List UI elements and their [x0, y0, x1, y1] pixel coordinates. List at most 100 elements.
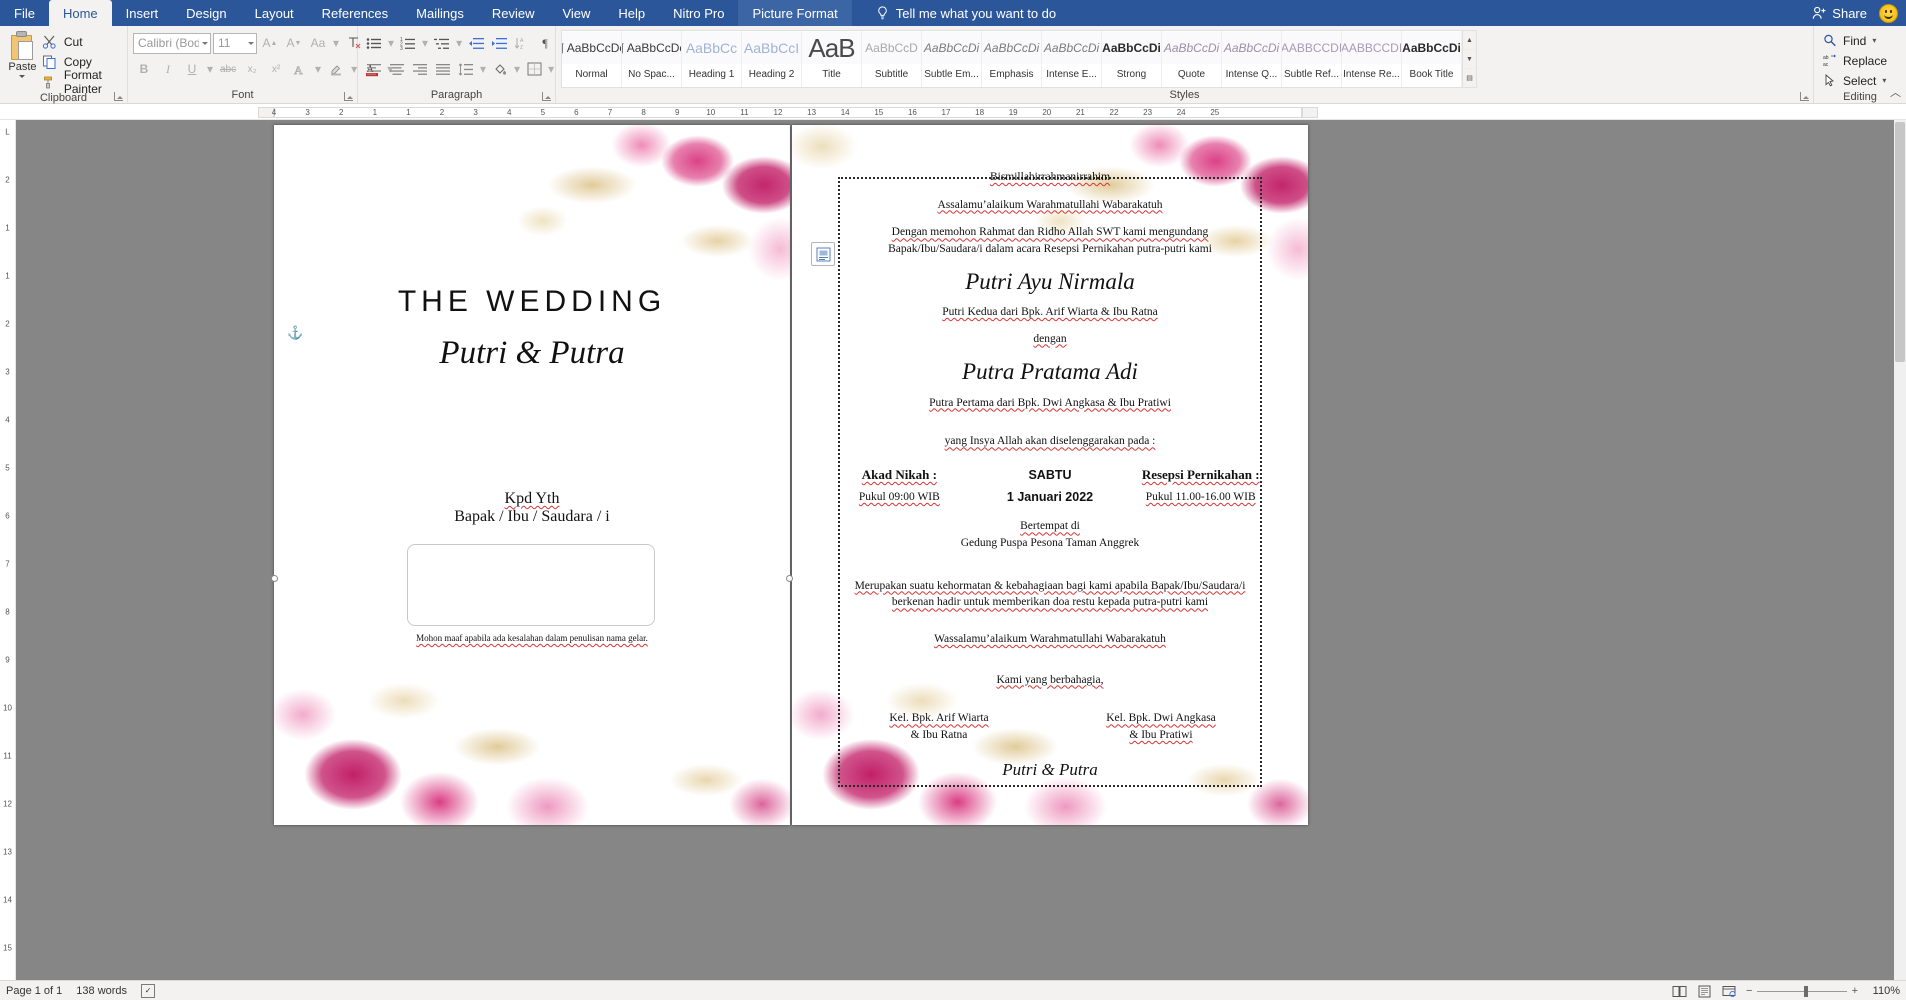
font-name-combo[interactable]: Calibri (Body	[133, 32, 211, 54]
bullets-caret-icon[interactable]: ▾	[386, 32, 396, 54]
ruler-right-margin[interactable]	[1302, 107, 1318, 118]
vertical-scrollbar[interactable]	[1894, 120, 1906, 980]
tab-home[interactable]: Home	[48, 0, 112, 26]
style-item-book-title[interactable]: AaBbCcDi Book Title	[1402, 31, 1462, 87]
style-item-heading-1[interactable]: AaBbCc Heading 1	[682, 31, 742, 87]
shading-button[interactable]	[489, 58, 511, 80]
line-spacing-button[interactable]	[455, 58, 477, 80]
styles-dialog-launcher[interactable]	[1800, 92, 1809, 101]
tab-design[interactable]: Design	[172, 0, 240, 26]
replace-button[interactable]: ab ac Replace	[1819, 51, 1891, 70]
borders-caret-icon[interactable]: ▾	[546, 58, 556, 80]
zoom-level[interactable]: 110%	[1866, 985, 1900, 997]
change-case-caret-icon[interactable]: ▾	[331, 32, 341, 54]
style-item-intense-q[interactable]: AaBbCcDi Intense Q...	[1222, 31, 1282, 87]
style-item-quote[interactable]: AaBbCcDi Quote	[1162, 31, 1222, 87]
style-item-intense-e[interactable]: AaBbCcDi Intense E...	[1042, 31, 1102, 87]
word-count[interactable]: 138 words	[76, 985, 127, 997]
font-dialog-launcher[interactable]	[344, 92, 353, 101]
page-indicator[interactable]: Page 1 of 1	[6, 985, 62, 997]
tab-mailings[interactable]: Mailings	[402, 0, 478, 26]
clipboard-dialog-launcher[interactable]	[114, 92, 123, 101]
style-item-normal[interactable]: ¶ AaBbCcDc Normal	[562, 31, 622, 87]
cut-button[interactable]: Cut	[40, 32, 122, 51]
align-center-button[interactable]	[386, 58, 408, 80]
read-mode-button[interactable]	[1671, 984, 1688, 999]
text-effects-button[interactable]: A	[289, 58, 311, 80]
select-caret-icon[interactable]: ▾	[1882, 76, 1886, 85]
horizontal-ruler[interactable]: 4 3 2 1 1 2 3 4 5 6 7 8 9 10 11 12 13 14 15 16 17 18 19 20 21 22 2…	[0, 104, 1906, 120]
find-caret-icon[interactable]: ▾	[1872, 36, 1876, 45]
zoom-slider[interactable]: − +	[1746, 985, 1858, 997]
zoom-in-button[interactable]: +	[1852, 985, 1858, 997]
find-button[interactable]: Find ▾	[1819, 31, 1891, 50]
recipient-name-box[interactable]	[407, 544, 655, 626]
tab-file[interactable]: File	[0, 0, 49, 26]
bullets-button[interactable]	[363, 32, 385, 54]
layout-options-button[interactable]	[811, 242, 835, 266]
tab-help[interactable]: Help	[604, 0, 659, 26]
style-item-subtle-em[interactable]: AaBbCcDi Subtle Em...	[922, 31, 982, 87]
strikethrough-button[interactable]: abc	[217, 58, 239, 80]
tab-layout[interactable]: Layout	[241, 0, 308, 26]
line-spacing-caret-icon[interactable]: ▾	[478, 58, 488, 80]
show-formatting-marks-button[interactable]: ¶	[534, 32, 556, 54]
numbering-caret-icon[interactable]: ▾	[420, 32, 430, 54]
align-left-button[interactable]	[363, 58, 385, 80]
multilevel-caret-icon[interactable]: ▾	[454, 32, 464, 54]
select-button[interactable]: Select ▾	[1819, 71, 1891, 90]
scrollbar-thumb[interactable]	[1895, 122, 1905, 362]
zoom-track[interactable]	[1757, 985, 1847, 997]
document-page-left[interactable]: THE WEDDING Putri & Putra Kpd Yth Bapak …	[274, 125, 790, 825]
superscript-button[interactable]: x²	[265, 58, 287, 80]
italic-button[interactable]: I	[157, 58, 179, 80]
numbering-button[interactable]: 1 2 3	[397, 32, 419, 54]
align-right-button[interactable]	[409, 58, 431, 80]
multilevel-list-button[interactable]	[431, 32, 453, 54]
style-item-heading-2[interactable]: AaBbCcI Heading 2	[742, 31, 802, 87]
style-item-no-spac[interactable]: ¶ AaBbCcDc No Spac...	[622, 31, 682, 87]
shrink-font-button[interactable]: A ▼	[283, 32, 305, 54]
paste-button[interactable]: Paste	[5, 29, 40, 81]
styles-gallery[interactable]: ¶ AaBbCcDc Normal ¶ AaBbCcDc No Spac... AaBb…	[561, 30, 1463, 88]
style-item-subtitle[interactable]: AaBbCcD Subtitle	[862, 31, 922, 87]
justify-button[interactable]	[432, 58, 454, 80]
zoom-thumb[interactable]	[1803, 985, 1808, 997]
font-size-combo[interactable]: 11	[213, 32, 257, 54]
tab-nitro-pro[interactable]: Nitro Pro	[659, 0, 738, 26]
styles-scroll-up-icon[interactable]: ▲	[1463, 31, 1476, 50]
tab-references[interactable]: References	[308, 0, 402, 26]
text-highlight-button[interactable]	[325, 58, 347, 80]
increase-indent-button[interactable]	[488, 32, 510, 54]
vertical-ruler[interactable]: L2112345678910111213141516	[0, 120, 16, 980]
style-item-emphasis[interactable]: AaBbCcDi Emphasis	[982, 31, 1042, 87]
bold-button[interactable]: B	[133, 58, 155, 80]
text-effects-caret-icon[interactable]: ▾	[313, 58, 323, 80]
collapse-ribbon-button[interactable]: ︿	[1890, 84, 1901, 100]
underline-caret-icon[interactable]: ▾	[205, 58, 215, 80]
proofing-status-icon[interactable]: ✓	[141, 983, 156, 998]
tab-review[interactable]: Review	[478, 0, 549, 26]
sort-button[interactable]: A Z	[511, 32, 533, 54]
document-canvas[interactable]: THE WEDDING Putri & Putra Kpd Yth Bapak …	[16, 120, 1906, 980]
style-item-subtle-ref[interactable]: AABBCCDI Subtle Ref...	[1282, 31, 1342, 87]
document-page-right[interactable]: Bismillahirrahmanirrahim Assalamu’alaiku…	[792, 125, 1308, 825]
grow-font-button[interactable]: A ▲	[259, 32, 281, 54]
subscript-button[interactable]: x₂	[241, 58, 263, 80]
style-item-title[interactable]: AaB Title	[802, 31, 862, 87]
shading-caret-icon[interactable]: ▾	[512, 58, 522, 80]
styles-scroll-down-icon[interactable]: ▼	[1463, 50, 1476, 69]
styles-gallery-scroll[interactable]: ▲ ▼ ▤	[1463, 30, 1477, 88]
web-layout-button[interactable]	[1721, 984, 1738, 999]
styles-more-icon[interactable]: ▤	[1463, 69, 1476, 87]
format-painter-button[interactable]: Format Painter	[40, 68, 122, 96]
tell-me-search[interactable]: Tell me what you want to do	[862, 0, 1070, 26]
share-button[interactable]: Share	[1812, 6, 1867, 21]
paragraph-dialog-launcher[interactable]	[542, 92, 551, 101]
tab-picture-format[interactable]: Picture Format	[738, 0, 852, 26]
selection-handle-right[interactable]	[786, 575, 793, 582]
selection-handle-left[interactable]	[271, 575, 278, 582]
borders-button[interactable]	[523, 58, 545, 80]
style-item-strong[interactable]: AaBbCcDi Strong	[1102, 31, 1162, 87]
paste-dropdown-caret-icon[interactable]	[19, 75, 26, 81]
